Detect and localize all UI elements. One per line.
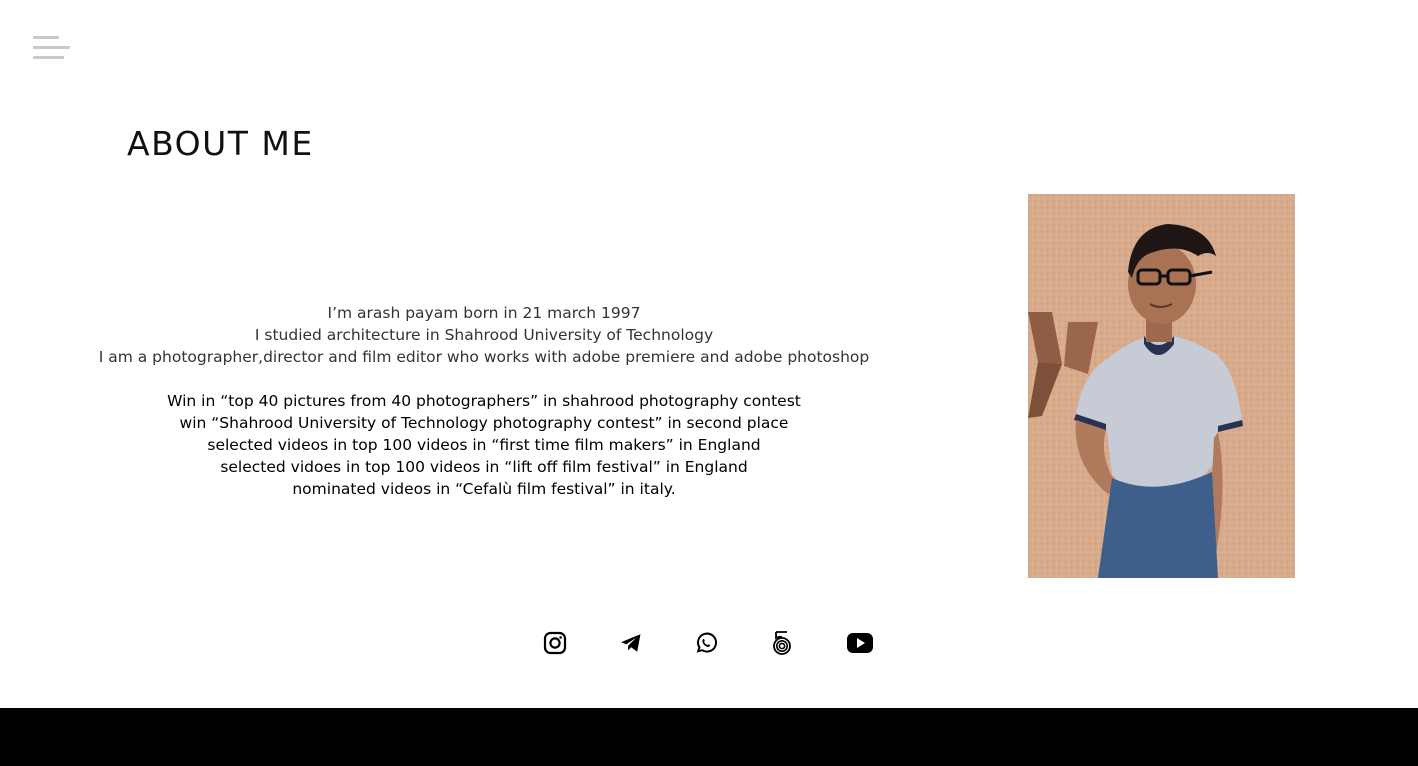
whatsapp-icon [696,632,718,653]
award-item: win “Shahrood University of Technology p… [179,414,789,432]
youtube-link[interactable] [845,628,875,658]
menu-line [33,36,59,39]
hamburger-menu-icon[interactable] [33,36,71,62]
bio-line: I studied architecture in Shahrood Unive… [254,326,714,344]
awards-list: Win in “top 40 pictures from 40 photogra… [84,390,884,500]
instagram-link[interactable] [540,628,570,658]
500px-icon [773,631,791,655]
page-title: ABOUT ME [127,124,314,163]
instagram-icon [543,631,567,655]
bio-line: I’m arash payam born in 21 march 1997 [327,304,641,322]
award-item: selected vidoes in top 100 videos in “li… [220,458,748,476]
page: ABOUT ME I’m arash payam born in 21 marc… [0,0,1418,766]
bio-text: I’m arash payam born in 21 march 1997 I … [84,302,884,368]
whatsapp-link[interactable] [691,628,721,658]
award-item: selected videos in top 100 videos in “fi… [207,436,761,454]
youtube-icon [847,633,873,653]
portrait-photo [1028,194,1295,578]
telegram-icon [621,634,641,652]
footer-bar [0,708,1418,766]
social-links [0,628,1418,660]
menu-line [33,46,70,49]
500px-link[interactable] [767,628,797,658]
portrait-illustration [1028,194,1295,578]
menu-line [33,56,64,59]
bio-line: I am a photographer,director and film ed… [98,348,870,366]
award-item: Win in “top 40 pictures from 40 photogra… [167,392,801,410]
telegram-link[interactable] [616,628,646,658]
award-item: nominated videos in “Cefalù film festiva… [292,480,676,498]
